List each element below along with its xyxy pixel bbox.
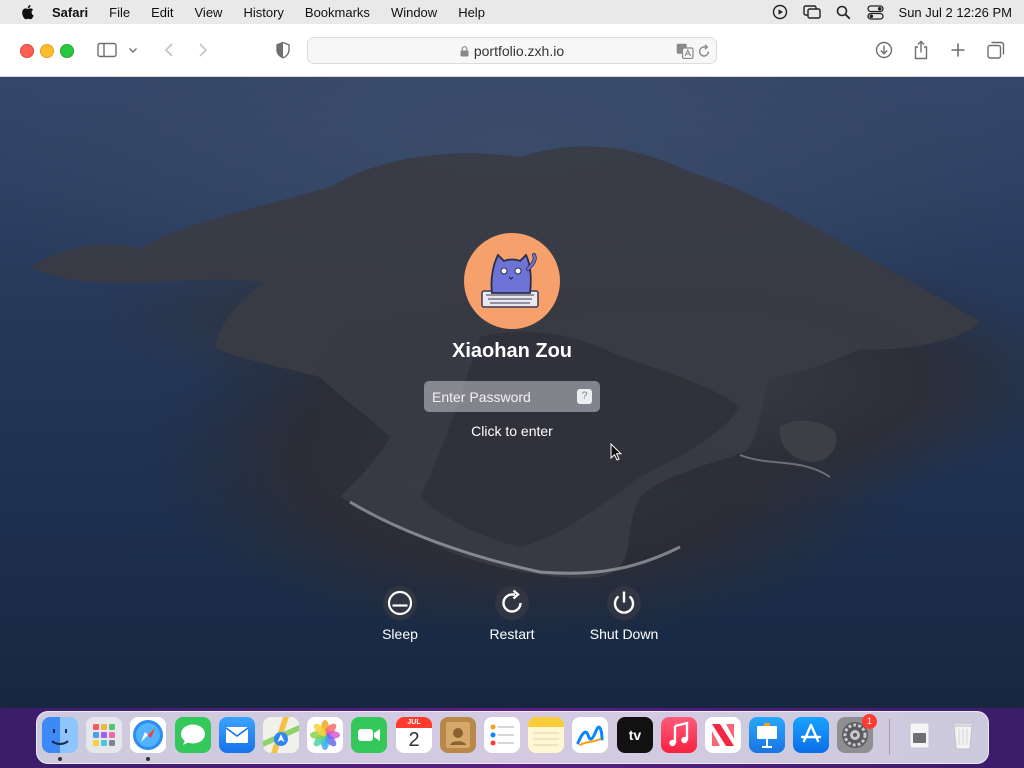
cat-avatar-icon: [481, 253, 539, 308]
power-icon: [613, 591, 635, 614]
click-to-enter-text[interactable]: Click to enter: [412, 423, 612, 439]
apple-tv-icon[interactable]: tv: [617, 717, 653, 753]
close-window-button[interactable]: [20, 44, 34, 58]
shutdown-label: Shut Down: [589, 626, 659, 642]
menu-bar: Safari File Edit View History Bookmarks …: [0, 0, 1024, 24]
address-bar[interactable]: portfolio.zxh.io: [307, 37, 717, 64]
lock-icon: [460, 46, 469, 57]
finder-running-dot: [58, 757, 62, 761]
apple-tv-label: tv: [628, 727, 642, 743]
freeform-icon[interactable]: [572, 717, 608, 753]
menu-bookmarks[interactable]: Bookmarks: [305, 5, 370, 20]
trash-icon[interactable]: [945, 717, 981, 753]
new-tab-icon[interactable]: [947, 40, 969, 60]
launchpad-icon[interactable]: [86, 717, 122, 753]
control-center-icon[interactable]: [867, 4, 885, 20]
url-text: portfolio.zxh.io: [473, 43, 565, 59]
news-icon[interactable]: [705, 717, 741, 753]
keynote-icon[interactable]: [749, 717, 785, 753]
forward-icon[interactable]: [192, 40, 214, 60]
safari-icon[interactable]: [130, 717, 166, 753]
safari-running-dot: [146, 757, 150, 761]
user-name: Xiaohan Zou: [452, 340, 572, 362]
mouse-pointer-icon: [610, 443, 622, 461]
photos-icon[interactable]: [307, 717, 343, 753]
translate-icon[interactable]: [676, 43, 694, 59]
search-icon[interactable]: [835, 4, 853, 20]
sleep-label: Sleep: [382, 626, 418, 642]
back-icon[interactable]: [158, 40, 180, 60]
screen-mirroring-icon[interactable]: [802, 4, 821, 20]
play-icon[interactable]: [771, 4, 789, 20]
password-field[interactable]: ?: [424, 381, 600, 412]
minimize-window-button[interactable]: [40, 44, 54, 58]
downloads-icon[interactable]: [873, 40, 895, 60]
reload-icon[interactable]: [697, 43, 711, 59]
downloads-stack-icon[interactable]: [901, 717, 937, 753]
share-icon[interactable]: [910, 40, 932, 60]
music-icon[interactable]: [661, 717, 697, 753]
zoom-window-button[interactable]: [60, 44, 74, 58]
sleep-icon: [387, 590, 413, 616]
notes-icon[interactable]: [528, 717, 564, 753]
calendar-icon[interactable]: JUL 2: [396, 717, 432, 753]
avatar[interactable]: [464, 233, 560, 329]
restart-icon: [502, 589, 522, 613]
facetime-icon[interactable]: [351, 717, 387, 753]
calendar-month: JUL: [396, 717, 432, 728]
messages-icon[interactable]: [175, 717, 211, 753]
maps-icon[interactable]: [263, 717, 299, 753]
menu-edit[interactable]: Edit: [151, 5, 173, 20]
menu-help[interactable]: Help: [458, 5, 485, 20]
password-input[interactable]: [424, 381, 574, 412]
chevron-down-icon[interactable]: [126, 40, 140, 60]
menu-window[interactable]: Window: [391, 5, 437, 20]
privacy-shield-icon[interactable]: [272, 40, 294, 60]
menu-app-name[interactable]: Safari: [52, 5, 88, 20]
restart-button[interactable]: Restart: [462, 586, 562, 642]
menu-file[interactable]: File: [109, 5, 130, 20]
menubar-clock[interactable]: Sun Jul 2 12:26 PM: [899, 5, 1012, 20]
mail-icon[interactable]: [219, 717, 255, 753]
settings-badge: 1: [862, 714, 877, 729]
reminders-icon[interactable]: [484, 717, 520, 753]
calendar-day: 2: [408, 729, 420, 751]
menu-history[interactable]: History: [243, 5, 283, 20]
restart-label: Restart: [489, 626, 535, 642]
shutdown-button[interactable]: Shut Down: [574, 586, 674, 642]
password-hint-button[interactable]: ?: [577, 389, 592, 404]
apple-icon[interactable]: [20, 4, 34, 20]
safari-toolbar: portfolio.zxh.io: [0, 24, 1024, 77]
dock-separator: [889, 719, 890, 755]
finder-icon[interactable]: [42, 717, 78, 753]
app-store-icon[interactable]: [793, 717, 829, 753]
sleep-button[interactable]: Sleep: [350, 586, 450, 642]
contacts-icon[interactable]: [440, 717, 476, 753]
sidebar-icon[interactable]: [96, 40, 118, 60]
menu-view[interactable]: View: [195, 5, 223, 20]
tab-overview-icon[interactable]: [985, 40, 1007, 60]
